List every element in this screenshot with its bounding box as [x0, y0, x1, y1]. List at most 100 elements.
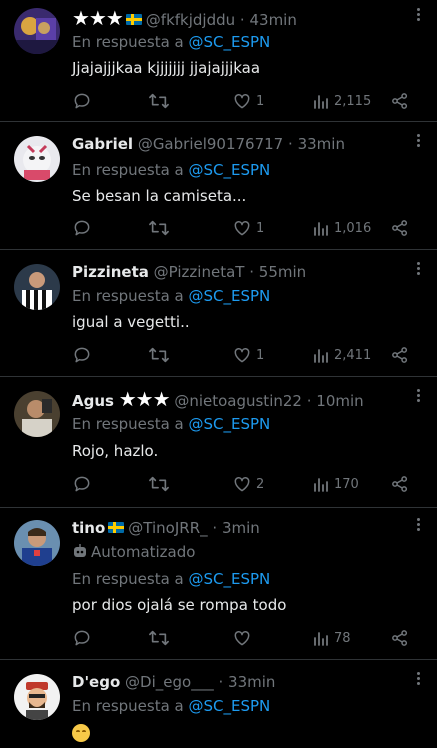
reply-mention[interactable]: @SC_ESPN: [189, 570, 271, 588]
stars-badge: ★★★: [72, 8, 124, 30]
tweet-actions: 1 1,016: [72, 217, 417, 239]
tweet-header: Gabriel @Gabriel90176717 · 33min: [72, 134, 403, 154]
more-icon[interactable]: [415, 670, 421, 690]
reply-context: En respuesta a @SC_ESPN: [72, 696, 270, 716]
swedish-flag-icon: [108, 522, 125, 533]
more-icon[interactable]: [415, 260, 421, 280]
share-icon: [392, 93, 408, 109]
timestamp[interactable]: 55min: [259, 263, 306, 281]
more-icon[interactable]: [415, 6, 421, 26]
reply-context: En respuesta a @SC_ESPN: [72, 414, 270, 434]
user-name[interactable]: Pizzineta: [72, 263, 149, 281]
retweet-button[interactable]: [148, 344, 170, 366]
like-button[interactable]: 1: [232, 217, 264, 239]
reply-button[interactable]: [72, 217, 92, 239]
retweet-button[interactable]: [148, 627, 170, 649]
reply-button[interactable]: [72, 90, 92, 112]
reply-prefix: En respuesta a: [72, 570, 189, 588]
reply-mention[interactable]: @SC_ESPN: [189, 33, 271, 51]
separator: ·: [249, 263, 255, 281]
like-button[interactable]: 1: [232, 90, 264, 112]
avatar[interactable]: [14, 520, 60, 566]
reply-icon: [74, 93, 90, 109]
user-handle[interactable]: @fkfkjdjddu: [146, 11, 235, 29]
reply-prefix: En respuesta a: [72, 697, 189, 715]
share-button[interactable]: [390, 344, 410, 366]
tweet-item[interactable]: D'ego @Di_ego___ · 33min En respuesta a …: [0, 660, 437, 748]
share-button[interactable]: [390, 90, 410, 112]
user-name[interactable]: Agus: [72, 392, 114, 410]
avatar[interactable]: [14, 8, 60, 54]
like-button[interactable]: [232, 627, 256, 649]
user-name[interactable]: tino: [72, 519, 105, 537]
tweet-text: Se besan la camiseta...: [72, 187, 247, 205]
tweet-item[interactable]: Gabriel @Gabriel90176717 · 33min En resp…: [0, 122, 437, 250]
retweet-button[interactable]: [148, 473, 170, 495]
avatar[interactable]: [14, 674, 60, 720]
user-handle[interactable]: @PizzinetaT: [154, 263, 245, 281]
share-button[interactable]: [390, 627, 410, 649]
reply-icon: [74, 476, 90, 492]
reply-mention[interactable]: @SC_ESPN: [189, 287, 271, 305]
robot-icon: [74, 544, 86, 557]
avatar[interactable]: [14, 264, 60, 310]
reply-context: En respuesta a @SC_ESPN: [72, 286, 270, 306]
reply-prefix: En respuesta a: [72, 415, 189, 433]
views-icon: [314, 95, 328, 109]
like-button[interactable]: 2: [232, 473, 264, 495]
reply-button[interactable]: [72, 473, 92, 495]
reply-mention[interactable]: @SC_ESPN: [189, 415, 271, 433]
more-icon[interactable]: [415, 387, 421, 407]
timestamp[interactable]: 43min: [249, 11, 296, 29]
share-button[interactable]: [390, 217, 410, 239]
views-icon: [314, 349, 328, 363]
more-icon[interactable]: [415, 516, 421, 536]
tweet-header: Pizzineta @PizzinetaT · 55min: [72, 262, 403, 282]
views-button[interactable]: 2,115: [312, 90, 371, 112]
like-count: 1: [256, 93, 265, 109]
user-handle[interactable]: @Di_ego___: [125, 673, 214, 691]
user-name[interactable]: Gabriel: [72, 135, 133, 153]
views-button[interactable]: 170: [312, 473, 359, 495]
tweet-text: [72, 722, 90, 742]
user-handle[interactable]: @TinoJRR_: [128, 519, 207, 537]
user-name[interactable]: D'ego: [72, 673, 120, 691]
smiling-face-emoji: [72, 723, 90, 742]
tweet-item[interactable]: Agus ★★★ @nietoagustin22 · 10min En resp…: [0, 377, 437, 508]
share-icon: [392, 476, 408, 492]
views-icon: [314, 632, 328, 646]
share-icon: [392, 220, 408, 236]
share-button[interactable]: [390, 473, 410, 495]
user-handle[interactable]: @Gabriel90176717: [138, 135, 283, 153]
share-icon: [392, 347, 408, 363]
avatar[interactable]: [14, 391, 60, 437]
timestamp[interactable]: 33min: [298, 135, 345, 153]
tweet-text: Rojo, hazlo.: [72, 442, 159, 460]
timestamp[interactable]: 10min: [316, 392, 363, 410]
reply-mention[interactable]: @SC_ESPN: [189, 697, 271, 715]
reply-mention[interactable]: @SC_ESPN: [189, 161, 271, 179]
tweet-item[interactable]: Pizzineta @PizzinetaT · 55min En respues…: [0, 250, 437, 377]
tweet-actions: 78: [72, 627, 417, 649]
like-count: 2: [256, 476, 265, 492]
tweet-item[interactable]: tino @TinoJRR_ · 3min Automatizado En res…: [0, 508, 437, 660]
views-button[interactable]: 78: [312, 627, 351, 649]
retweet-button[interactable]: [148, 90, 170, 112]
reply-button[interactable]: [72, 627, 92, 649]
avatar[interactable]: [14, 136, 60, 182]
timestamp[interactable]: 3min: [222, 519, 260, 537]
tweet-header: D'ego @Di_ego___ · 33min: [72, 672, 403, 692]
more-icon[interactable]: [415, 132, 421, 152]
tweet-item[interactable]: ★★★ @fkfkjdjddu · 43min En respuesta a @S…: [0, 0, 437, 122]
views-count: 170: [334, 476, 359, 492]
timestamp[interactable]: 33min: [228, 673, 275, 691]
like-button[interactable]: 1: [232, 344, 264, 366]
views-button[interactable]: 1,016: [312, 217, 371, 239]
reply-context: En respuesta a @SC_ESPN: [72, 569, 270, 589]
views-button[interactable]: 2,411: [312, 344, 371, 366]
user-handle[interactable]: @nietoagustin22: [174, 392, 302, 410]
reply-button[interactable]: [72, 344, 92, 366]
like-count: 1: [256, 220, 265, 236]
retweet-icon: [149, 347, 169, 363]
retweet-button[interactable]: [148, 217, 170, 239]
